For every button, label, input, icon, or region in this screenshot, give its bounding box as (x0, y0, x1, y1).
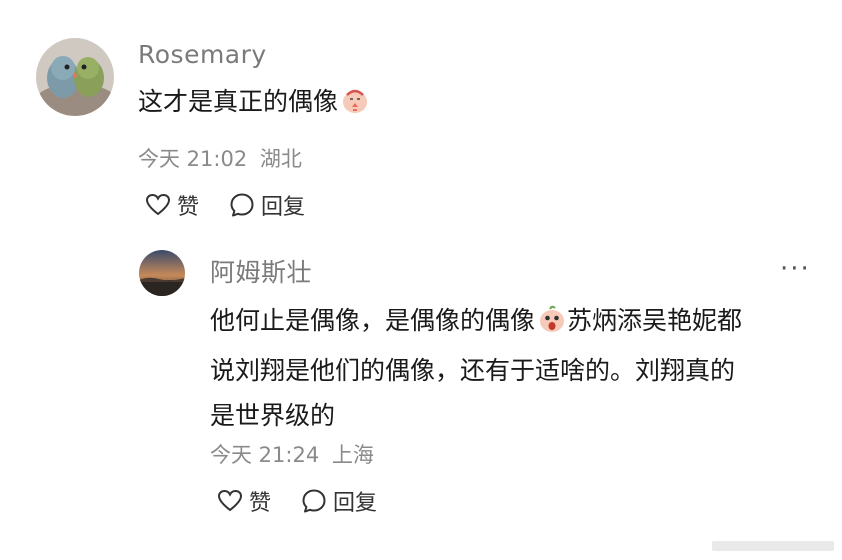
reply-text-line-3: 是世界级的 (210, 401, 336, 430)
heart-icon (145, 193, 171, 216)
reply-text-line-2: 说刘翔是他们的偶像，还有于适啥的。刘翔真的 (210, 356, 736, 385)
like-label: 赞 (177, 195, 200, 220)
comment-author-name[interactable]: Rosemary (138, 40, 267, 69)
avatar-rosemary[interactable] (36, 38, 114, 116)
reply-location: 上海 (331, 443, 374, 467)
reply-button[interactable]: 回复 (229, 189, 305, 221)
prayer-emoji-icon (340, 84, 370, 129)
reply-text-line-1-a: 他何止是偶像，是偶像的偶像 (210, 306, 536, 335)
reply-label: 回复 (261, 195, 306, 220)
reply-text-line-1-b: 苏炳添吴艳妮都 (567, 306, 743, 335)
comment-bubble-icon (302, 489, 326, 513)
comment-bubble-icon (230, 193, 254, 217)
comment-text: 这才是真正的偶像 (138, 79, 370, 129)
reply-reply-label: 回复 (333, 491, 378, 516)
reply-like-button[interactable]: 赞 (217, 485, 271, 517)
comment-text-body: 这才是真正的偶像 (138, 87, 339, 116)
more-options-button[interactable]: ··· (780, 254, 811, 284)
reply-text-line-1: 他何止是偶像，是偶像的偶像 苏炳添吴艳妮都 (210, 298, 830, 348)
avatar-amusizhuang[interactable] (139, 250, 185, 296)
heart-icon (217, 489, 243, 512)
reply-like-label: 赞 (249, 491, 272, 516)
reply-author-name[interactable]: 阿姆斯壮 (210, 253, 312, 289)
comment-time: 今天 21:02 (138, 147, 248, 171)
sunset-avatar-image (139, 250, 185, 296)
parrots-avatar-image (36, 38, 114, 116)
reply-text: 他何止是偶像，是偶像的偶像 苏炳添吴艳妮都 说刘翔是他们的偶像，还有于适啥的。刘翔… (210, 298, 830, 438)
reply-time: 今天 21:24 (210, 443, 320, 467)
reply-meta: 今天 21:24 上海 (210, 439, 374, 469)
watermark-logo (712, 538, 834, 554)
comment-location: 湖北 (259, 147, 302, 171)
reply-reply-button[interactable]: 回复 (301, 485, 377, 517)
like-button[interactable]: 赞 (145, 189, 199, 221)
comment-meta: 今天 21:02 湖北 (138, 143, 302, 173)
shocked-emoji-icon (537, 303, 567, 348)
